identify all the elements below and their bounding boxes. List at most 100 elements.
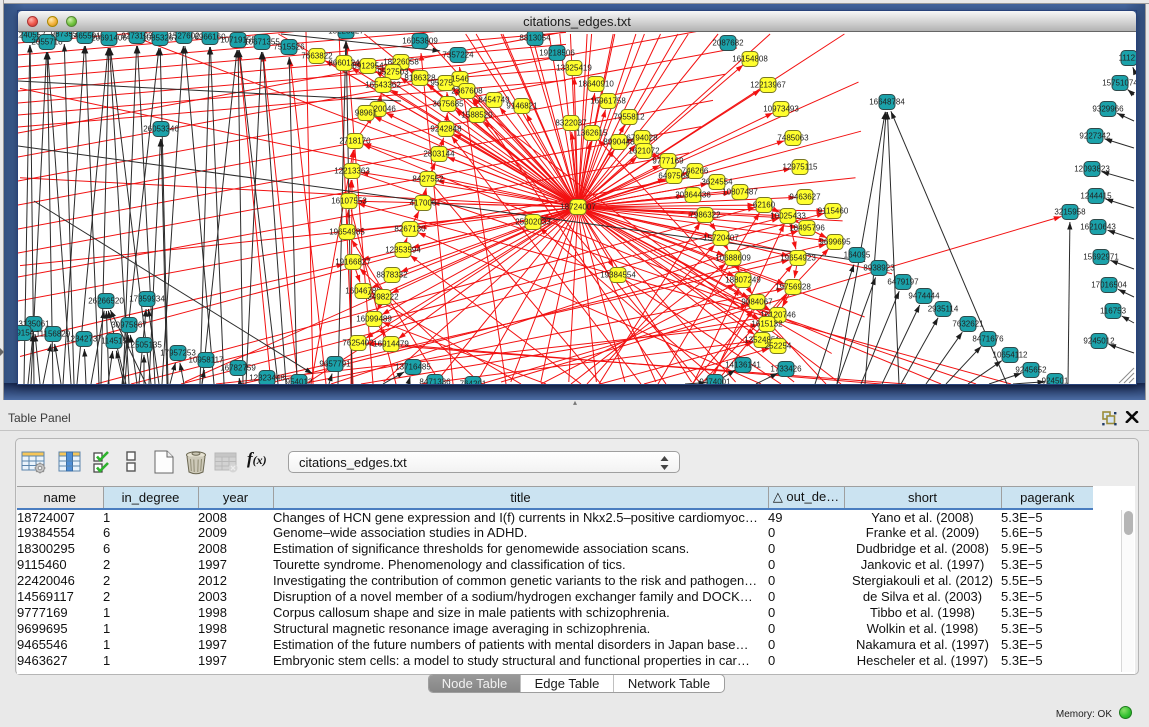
svg-text:10688609: 10688609 xyxy=(715,254,751,263)
svg-text:2935114: 2935114 xyxy=(928,305,959,314)
svg-text:16543362: 16543362 xyxy=(365,81,401,90)
svg-text:19654985: 19654985 xyxy=(329,228,365,237)
svg-text:3498222: 3498222 xyxy=(367,293,399,302)
svg-text:19218506: 19218506 xyxy=(539,49,575,58)
svg-text:12213363: 12213363 xyxy=(334,167,370,176)
svg-text:12323448: 12323448 xyxy=(249,374,285,383)
svg-text:9474001: 9474001 xyxy=(699,378,731,385)
svg-text:3675685: 3675685 xyxy=(432,100,464,109)
svg-text:3215958: 3215958 xyxy=(1054,208,1086,217)
svg-text:8813054: 8813054 xyxy=(519,34,551,43)
svg-text:1546: 1546 xyxy=(451,75,469,84)
svg-text:15751074: 15751074 xyxy=(1102,79,1136,88)
svg-text:30975867: 30975867 xyxy=(111,321,147,330)
svg-text:12505135: 12505135 xyxy=(126,341,162,350)
svg-text:9657791: 9657791 xyxy=(319,360,351,369)
svg-text:9777169: 9777169 xyxy=(652,157,684,166)
svg-text:12213967: 12213967 xyxy=(750,81,786,90)
svg-text:8878332: 8878332 xyxy=(376,271,408,280)
svg-text:924501: 924501 xyxy=(1042,377,1069,385)
svg-text:39154: 39154 xyxy=(18,329,35,338)
svg-text:7625402: 7625402 xyxy=(342,339,374,348)
svg-text:10958117: 10958117 xyxy=(189,356,225,365)
svg-text:10654112: 10654112 xyxy=(993,351,1029,360)
svg-text:15223327: 15223327 xyxy=(328,32,364,36)
svg-text:8322037: 8322037 xyxy=(555,119,587,128)
svg-text:3624554: 3624554 xyxy=(701,178,733,187)
svg-text:8427552: 8427552 xyxy=(412,175,444,184)
svg-text:19756928: 19756928 xyxy=(775,283,811,292)
svg-text:8267130: 8267130 xyxy=(394,225,426,234)
svg-text:7632621: 7632621 xyxy=(952,320,984,329)
svg-text:6497568: 6497568 xyxy=(658,172,690,181)
svg-text:19654923: 19654923 xyxy=(780,254,816,263)
svg-text:7357224: 7357224 xyxy=(442,51,474,60)
svg-text:62160: 62160 xyxy=(753,201,776,210)
svg-text:8471676: 8471676 xyxy=(972,335,1004,344)
svg-text:2367608: 2367608 xyxy=(451,87,483,96)
svg-text:15692971: 15692971 xyxy=(1083,253,1119,262)
svg-text:16914479: 16914479 xyxy=(373,340,409,349)
svg-text:6794028: 6794028 xyxy=(626,134,658,143)
svg-text:19384554: 19384554 xyxy=(600,271,636,280)
svg-text:9242848: 9242848 xyxy=(430,125,462,134)
svg-text:12353594: 12353594 xyxy=(385,246,421,255)
svg-text:10025433: 10025433 xyxy=(770,212,806,221)
svg-text:1615132: 1615132 xyxy=(751,320,783,329)
svg-text:9245012: 9245012 xyxy=(1083,337,1115,346)
svg-text:9699695: 9699695 xyxy=(819,238,851,247)
svg-text:9474444: 9474444 xyxy=(908,292,940,301)
svg-text:26053346: 26053346 xyxy=(143,125,179,134)
svg-text:116753: 116753 xyxy=(1100,307,1127,316)
svg-text:1621072: 1621072 xyxy=(628,147,660,156)
svg-text:13716485: 13716485 xyxy=(395,363,431,372)
svg-text:8471336: 8471336 xyxy=(419,378,451,385)
svg-text:18495796: 18495796 xyxy=(789,224,825,233)
svg-text:15720407: 15720407 xyxy=(703,234,739,243)
svg-text:18807249: 18807249 xyxy=(725,276,761,285)
svg-text:98961: 98961 xyxy=(355,109,378,118)
svg-text:17016504: 17016504 xyxy=(1091,281,1127,290)
svg-text:6479197: 6479197 xyxy=(887,278,919,287)
svg-text:1588520: 1588520 xyxy=(461,111,493,120)
svg-text:9329966: 9329966 xyxy=(1092,105,1124,114)
svg-text:16210643: 16210643 xyxy=(1080,223,1116,232)
svg-text:8938923: 8938923 xyxy=(863,264,895,273)
svg-text:7986322: 7986322 xyxy=(689,211,721,220)
svg-text:9245652: 9245652 xyxy=(1015,366,1047,375)
svg-text:10807487: 10807487 xyxy=(722,188,758,197)
svg-text:18640910: 18640910 xyxy=(578,80,614,89)
svg-text:20364436: 20364436 xyxy=(675,191,711,200)
svg-text:16648784: 16648784 xyxy=(869,98,905,107)
svg-text:417006: 417006 xyxy=(410,199,437,208)
svg-text:18724007: 18724007 xyxy=(560,203,596,212)
svg-text:164095: 164095 xyxy=(844,251,871,260)
svg-text:7485063: 7485063 xyxy=(777,134,809,143)
svg-text:25302033: 25302033 xyxy=(515,218,551,227)
svg-text:1362615: 1362615 xyxy=(576,129,608,138)
svg-text:9463627: 9463627 xyxy=(789,193,821,202)
svg-text:16099489: 16099489 xyxy=(356,315,392,324)
svg-text:7515526: 7515526 xyxy=(273,43,305,52)
svg-text:252254: 252254 xyxy=(765,342,792,351)
svg-text:7955812: 7955812 xyxy=(613,113,645,122)
svg-text:12975115: 12975115 xyxy=(783,163,819,172)
svg-text:26266520: 26266520 xyxy=(88,297,124,306)
svg-text:17359934: 17359934 xyxy=(129,295,165,304)
svg-text:1244415: 1244415 xyxy=(1080,192,1112,201)
svg-text:16782759: 16782759 xyxy=(220,364,256,373)
svg-text:9227342: 9227342 xyxy=(1079,132,1111,141)
svg-text:114519: 114519 xyxy=(101,337,128,346)
svg-text:16107553: 16107553 xyxy=(331,197,367,206)
svg-text:12342737: 12342737 xyxy=(66,335,102,344)
svg-text:16053809: 16053809 xyxy=(402,37,438,46)
svg-text:13325419: 13325419 xyxy=(556,64,592,73)
svg-text:14136141: 14136141 xyxy=(725,361,761,370)
svg-text:16154808: 16154808 xyxy=(732,55,768,64)
svg-text:9146821: 9146821 xyxy=(506,102,538,111)
svg-text:9084067: 9084067 xyxy=(741,298,773,307)
svg-text:16961758: 16961758 xyxy=(590,97,626,106)
svg-text:2803144: 2803144 xyxy=(423,150,455,159)
svg-text:10973493: 10973493 xyxy=(763,105,799,114)
svg-text:954012: 954012 xyxy=(286,378,313,385)
